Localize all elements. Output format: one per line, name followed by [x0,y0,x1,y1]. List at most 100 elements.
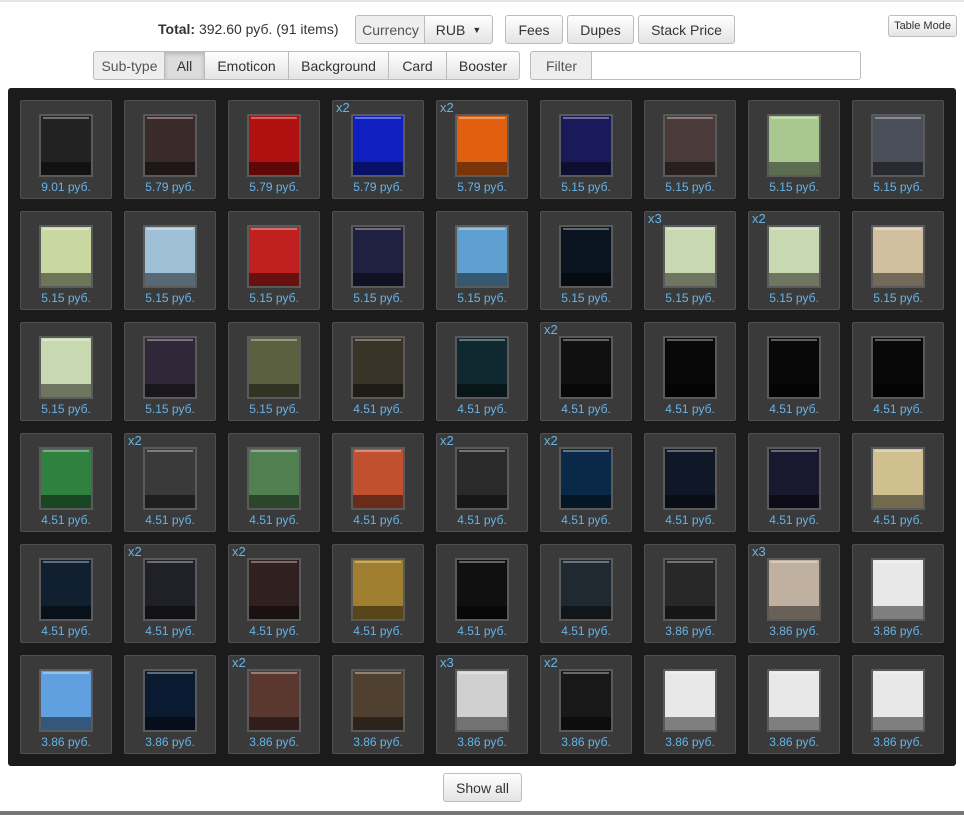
inventory-item-card[interactable]: 3.86 руб. [644,655,736,754]
thumbnail-banner [353,606,403,619]
inventory-item-card[interactable]: 5.15 руб. [852,211,944,310]
inventory-item-card[interactable]: x2 4.51 руб. [540,322,632,421]
item-quantity-badge: x2 [128,544,142,559]
inventory-item-card[interactable]: x2 3.86 руб. [540,655,632,754]
inventory-item-card[interactable]: 3.86 руб. [644,544,736,643]
inventory-item-card[interactable]: 4.51 руб. [852,433,944,532]
thumbnail-title-strip [563,450,609,452]
inventory-item-card[interactable]: x2 5.15 руб. [748,211,840,310]
inventory-item-card[interactable]: x2 5.79 руб. [436,100,528,199]
inventory-item-card[interactable]: 5.15 руб. [436,211,528,310]
inventory-item-card[interactable]: 3.86 руб. [124,655,216,754]
inventory-item-card[interactable]: 4.51 руб. [332,433,424,532]
inventory-item-card[interactable]: 5.15 руб. [540,211,632,310]
item-quantity-badge: x2 [544,322,558,337]
inventory-item-card[interactable]: 5.15 руб. [540,100,632,199]
table-mode-button[interactable]: Table Mode [888,15,957,37]
inventory-item-card[interactable]: 4.51 руб. [436,544,528,643]
item-thumbnail [455,669,509,732]
inventory-item-card[interactable]: 5.15 руб. [124,211,216,310]
item-price: 4.51 руб. [561,513,611,527]
inventory-item-card[interactable]: 5.15 руб. [124,322,216,421]
item-price: 5.15 руб. [769,291,819,305]
subtype-background-button[interactable]: Background [288,51,389,80]
item-thumbnail [767,114,821,177]
inventory-item-card[interactable]: x2 4.51 руб. [436,433,528,532]
inventory-item-card[interactable]: 5.15 руб. [644,100,736,199]
thumbnail-banner [769,495,819,508]
stack-price-button[interactable]: Stack Price [638,15,735,44]
inventory-item-card[interactable]: x3 3.86 руб. [748,544,840,643]
inventory-item-card[interactable]: 5.15 руб. [852,100,944,199]
dupes-button[interactable]: Dupes [567,15,634,44]
thumbnail-banner [457,717,507,730]
filter-input[interactable] [591,51,861,80]
inventory-item-card[interactable]: 5.15 руб. [20,322,112,421]
inventory-item-card[interactable]: 9.01 руб. [20,100,112,199]
inventory-item-card[interactable]: 4.51 руб. [20,433,112,532]
inventory-item-card[interactable]: x2 4.51 руб. [228,544,320,643]
inventory-item-card[interactable]: 3.86 руб. [20,655,112,754]
inventory-item-card[interactable]: 3.86 руб. [748,655,840,754]
subtype-card-button[interactable]: Card [388,51,447,80]
item-price: 5.15 руб. [769,180,819,194]
inventory-item-card[interactable]: x2 5.79 руб. [332,100,424,199]
inventory-item-card[interactable]: 4.51 руб. [332,544,424,643]
inventory-item-card[interactable]: 4.51 руб. [852,322,944,421]
thumbnail-title-strip [459,339,505,341]
inventory-item-card[interactable]: 5.15 руб. [20,211,112,310]
inventory-item-card[interactable]: 5.15 руб. [748,100,840,199]
inventory-item-card[interactable]: x2 4.51 руб. [124,433,216,532]
inventory-item-card[interactable]: x2 3.86 руб. [228,655,320,754]
item-quantity-badge: x2 [232,544,246,559]
thumbnail-banner [665,717,715,730]
subtype-booster-button[interactable]: Booster [446,51,520,80]
inventory-item-card[interactable]: 5.79 руб. [124,100,216,199]
thumbnail-banner [457,162,507,175]
currency-dropdown[interactable]: RUB ▼ [424,15,493,44]
item-thumbnail [871,336,925,399]
inventory-item-card[interactable]: 4.51 руб. [748,433,840,532]
currency-value: RUB [435,21,466,38]
fees-button[interactable]: Fees [505,15,563,44]
item-thumbnail [143,558,197,621]
thumbnail-banner [353,162,403,175]
inventory-item-card[interactable]: 5.15 руб. [332,211,424,310]
item-thumbnail [455,336,509,399]
subtype-emoticon-button[interactable]: Emoticon [204,51,289,80]
inventory-item-card[interactable]: x3 3.86 руб. [436,655,528,754]
inventory-item-card[interactable]: 4.51 руб. [436,322,528,421]
inventory-item-card[interactable]: 4.51 руб. [228,433,320,532]
show-all-button[interactable]: Show all [443,773,522,802]
inventory-item-card[interactable]: 5.79 руб. [228,100,320,199]
item-price: 3.86 руб. [769,624,819,638]
inventory-item-card[interactable]: 4.51 руб. [332,322,424,421]
bottom-divider [0,811,964,815]
item-quantity-badge: x3 [648,211,662,226]
thumbnail-title-strip [251,672,297,674]
item-price: 4.51 руб. [41,624,91,638]
inventory-item-card[interactable]: x2 4.51 руб. [540,433,632,532]
inventory-item-card[interactable]: x2 4.51 руб. [124,544,216,643]
inventory-item-card[interactable]: 5.15 руб. [228,211,320,310]
inventory-item-card[interactable]: x3 5.15 руб. [644,211,736,310]
thumbnail-title-strip [771,561,817,563]
item-thumbnail [247,225,301,288]
inventory-item-card[interactable]: 4.51 руб. [644,433,736,532]
item-price: 5.79 руб. [457,180,507,194]
inventory-item-card[interactable]: 3.86 руб. [852,655,944,754]
inventory-item-card[interactable]: 4.51 руб. [644,322,736,421]
subtype-all-button[interactable]: All [164,51,205,80]
item-price: 3.86 руб. [769,735,819,749]
item-price: 3.86 руб. [145,735,195,749]
item-thumbnail [247,669,301,732]
inventory-item-card[interactable]: 4.51 руб. [20,544,112,643]
inventory-item-card[interactable]: 3.86 руб. [852,544,944,643]
inventory-item-card[interactable]: 4.51 руб. [748,322,840,421]
inventory-item-card[interactable]: 5.15 руб. [228,322,320,421]
thumbnail-banner [665,384,715,397]
inventory-item-card[interactable]: 3.86 руб. [332,655,424,754]
thumbnail-title-strip [875,228,921,230]
inventory-item-card[interactable]: 4.51 руб. [540,544,632,643]
item-price: 4.51 руб. [665,402,715,416]
